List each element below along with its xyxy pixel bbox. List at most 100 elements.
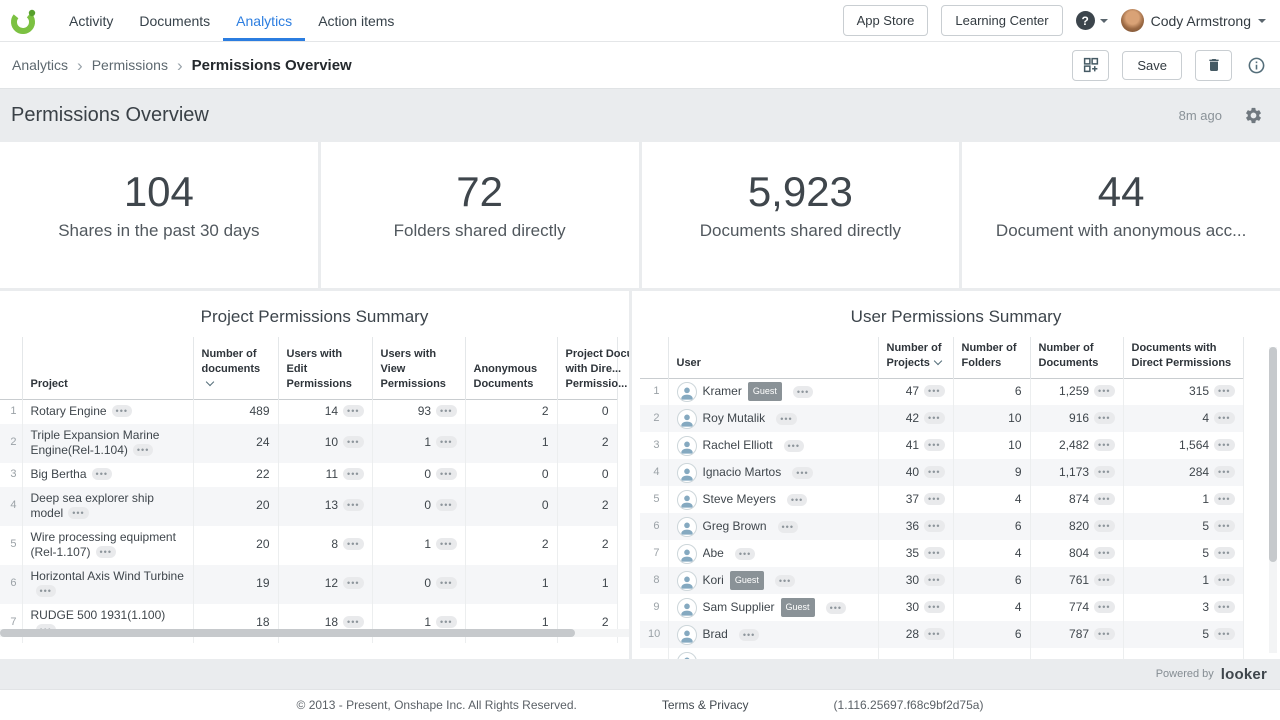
cell-menu-icon[interactable]: [924, 385, 944, 397]
folders-cell[interactable]: 6: [953, 567, 1030, 594]
project-cell[interactable]: Deep sea explorer ship model: [22, 487, 193, 526]
column-header-edit[interactable]: Users with Edit Permissions: [278, 337, 372, 399]
documents-cell[interactable]: 774: [1030, 594, 1123, 621]
cell-menu-icon[interactable]: [343, 436, 363, 448]
learning-center-button[interactable]: Learning Center: [941, 5, 1062, 36]
direct-permissions-cell[interactable]: 3: [1123, 594, 1243, 621]
direct-permissions-cell[interactable]: 284: [1123, 459, 1243, 486]
view-permissions-cell[interactable]: 1: [372, 526, 465, 565]
cell-menu-icon[interactable]: [1094, 493, 1114, 505]
documents-cell[interactable]: 20: [193, 526, 278, 565]
documents-cell[interactable]: 1,173: [1030, 459, 1123, 486]
user-cell[interactable]: Abe: [668, 540, 878, 567]
cell-menu-icon[interactable]: [133, 444, 153, 456]
cell-menu-icon[interactable]: [436, 499, 456, 511]
user-name[interactable]: Brad: [703, 627, 728, 642]
user-cell[interactable]: Roy Mutalik: [668, 405, 878, 432]
cell-menu-icon[interactable]: [735, 548, 755, 560]
cell-menu-icon[interactable]: [343, 499, 363, 511]
project-cell[interactable]: Wire processing equipment (Rel-1.107): [22, 526, 193, 565]
project-cell[interactable]: Big Bertha: [22, 463, 193, 487]
documents-cell[interactable]: 20: [193, 487, 278, 526]
column-header-user[interactable]: User: [668, 337, 878, 378]
tab-documents[interactable]: Documents: [126, 0, 223, 41]
folders-cell[interactable]: 4: [953, 486, 1030, 513]
view-permissions-cell[interactable]: 93: [372, 399, 465, 424]
user-name[interactable]: Kori: [703, 573, 724, 588]
direct-permissions-cell[interactable]: 5: [1123, 621, 1243, 648]
cell-menu-icon[interactable]: [924, 628, 944, 640]
cell-menu-icon[interactable]: [792, 467, 812, 479]
direct-permissions-cell[interactable]: 315: [1123, 378, 1243, 405]
cell-menu-icon[interactable]: [1214, 547, 1234, 559]
cell-menu-icon[interactable]: [775, 575, 795, 587]
cell-menu-icon[interactable]: [343, 577, 363, 589]
direct-permissions-cell[interactable]: 0: [557, 463, 617, 487]
cell-menu-icon[interactable]: [1214, 520, 1234, 532]
folders-cell[interactable]: 6: [953, 621, 1030, 648]
edit-permissions-cell[interactable]: 8: [278, 526, 372, 565]
cell-menu-icon[interactable]: [112, 405, 132, 417]
direct-permissions-cell[interactable]: 5: [1123, 513, 1243, 540]
cell-menu-icon[interactable]: [784, 440, 804, 452]
view-permissions-cell[interactable]: 0: [372, 565, 465, 604]
projects-cell[interactable]: 42: [878, 405, 953, 432]
anonymous-documents-cell[interactable]: 2: [465, 526, 557, 565]
cell-menu-icon[interactable]: [343, 405, 363, 417]
direct-permissions-cell[interactable]: 1: [557, 565, 617, 604]
projects-cell[interactable]: 36: [878, 513, 953, 540]
folders-cell[interactable]: 9: [953, 459, 1030, 486]
tab-analytics[interactable]: Analytics: [223, 0, 305, 41]
cell-menu-icon[interactable]: [776, 413, 796, 425]
add-tile-button[interactable]: [1072, 50, 1109, 81]
projects-cell[interactable]: 30: [878, 567, 953, 594]
cell-menu-icon[interactable]: [1214, 385, 1234, 397]
tab-activity[interactable]: Activity: [56, 0, 126, 41]
cell-menu-icon[interactable]: [826, 602, 846, 614]
cell-menu-icon[interactable]: [1214, 412, 1234, 424]
gear-icon[interactable]: [1244, 106, 1263, 125]
cell-menu-icon[interactable]: [436, 538, 456, 550]
folders-cell[interactable]: 6: [953, 513, 1030, 540]
user-name[interactable]: Steve Meyers: [703, 492, 776, 507]
cell-menu-icon[interactable]: [36, 585, 56, 597]
direct-permissions-cell[interactable]: 1: [1123, 486, 1243, 513]
documents-cell[interactable]: 24: [193, 424, 278, 463]
user-name[interactable]: Roy Mutalik: [703, 411, 766, 426]
onshape-logo-icon[interactable]: [8, 6, 38, 36]
app-store-button[interactable]: App Store: [843, 5, 929, 36]
cell-menu-icon[interactable]: [343, 538, 363, 550]
user-cell[interactable]: Sam Supplier Guest: [668, 594, 878, 621]
direct-permissions-cell[interactable]: 2: [557, 526, 617, 565]
documents-cell[interactable]: 787: [1030, 621, 1123, 648]
edit-permissions-cell[interactable]: 12: [278, 565, 372, 604]
cell-menu-icon[interactable]: [92, 468, 112, 480]
column-header-direct[interactable]: Documents with Direct Permissions: [1123, 337, 1243, 378]
documents-cell[interactable]: 2,482: [1030, 432, 1123, 459]
cell-menu-icon[interactable]: [1214, 466, 1234, 478]
cell-menu-icon[interactable]: [68, 507, 88, 519]
cell-menu-icon[interactable]: [436, 405, 456, 417]
info-button[interactable]: [1247, 56, 1266, 75]
cell-menu-icon[interactable]: [1214, 439, 1234, 451]
direct-permissions-cell[interactable]: 0: [557, 399, 617, 424]
user-menu[interactable]: Cody Armstrong: [1121, 9, 1266, 32]
scrollbar-thumb[interactable]: [1269, 347, 1277, 562]
documents-cell[interactable]: 820: [1030, 513, 1123, 540]
user-cell[interactable]: Rachel Elliott: [668, 432, 878, 459]
edit-permissions-cell[interactable]: 13: [278, 487, 372, 526]
user-cell[interactable]: Kramer Guest: [668, 378, 878, 405]
projects-cell[interactable]: 28: [878, 621, 953, 648]
cell-menu-icon[interactable]: [1094, 412, 1114, 424]
user-cell[interactable]: Brad: [668, 621, 878, 648]
sort-descending-icon[interactable]: [934, 357, 942, 365]
scrollbar-thumb[interactable]: [0, 629, 575, 637]
column-header-anonymous[interactable]: Anonymous Documents: [465, 337, 557, 399]
tab-action-items[interactable]: Action items: [305, 0, 407, 41]
projects-cell[interactable]: 47: [878, 378, 953, 405]
cell-menu-icon[interactable]: [739, 629, 759, 641]
user-name[interactable]: Abe: [703, 546, 724, 561]
breadcrumb-analytics[interactable]: Analytics: [12, 57, 68, 73]
anonymous-documents-cell[interactable]: 2: [465, 399, 557, 424]
cell-menu-icon[interactable]: [1214, 628, 1234, 640]
